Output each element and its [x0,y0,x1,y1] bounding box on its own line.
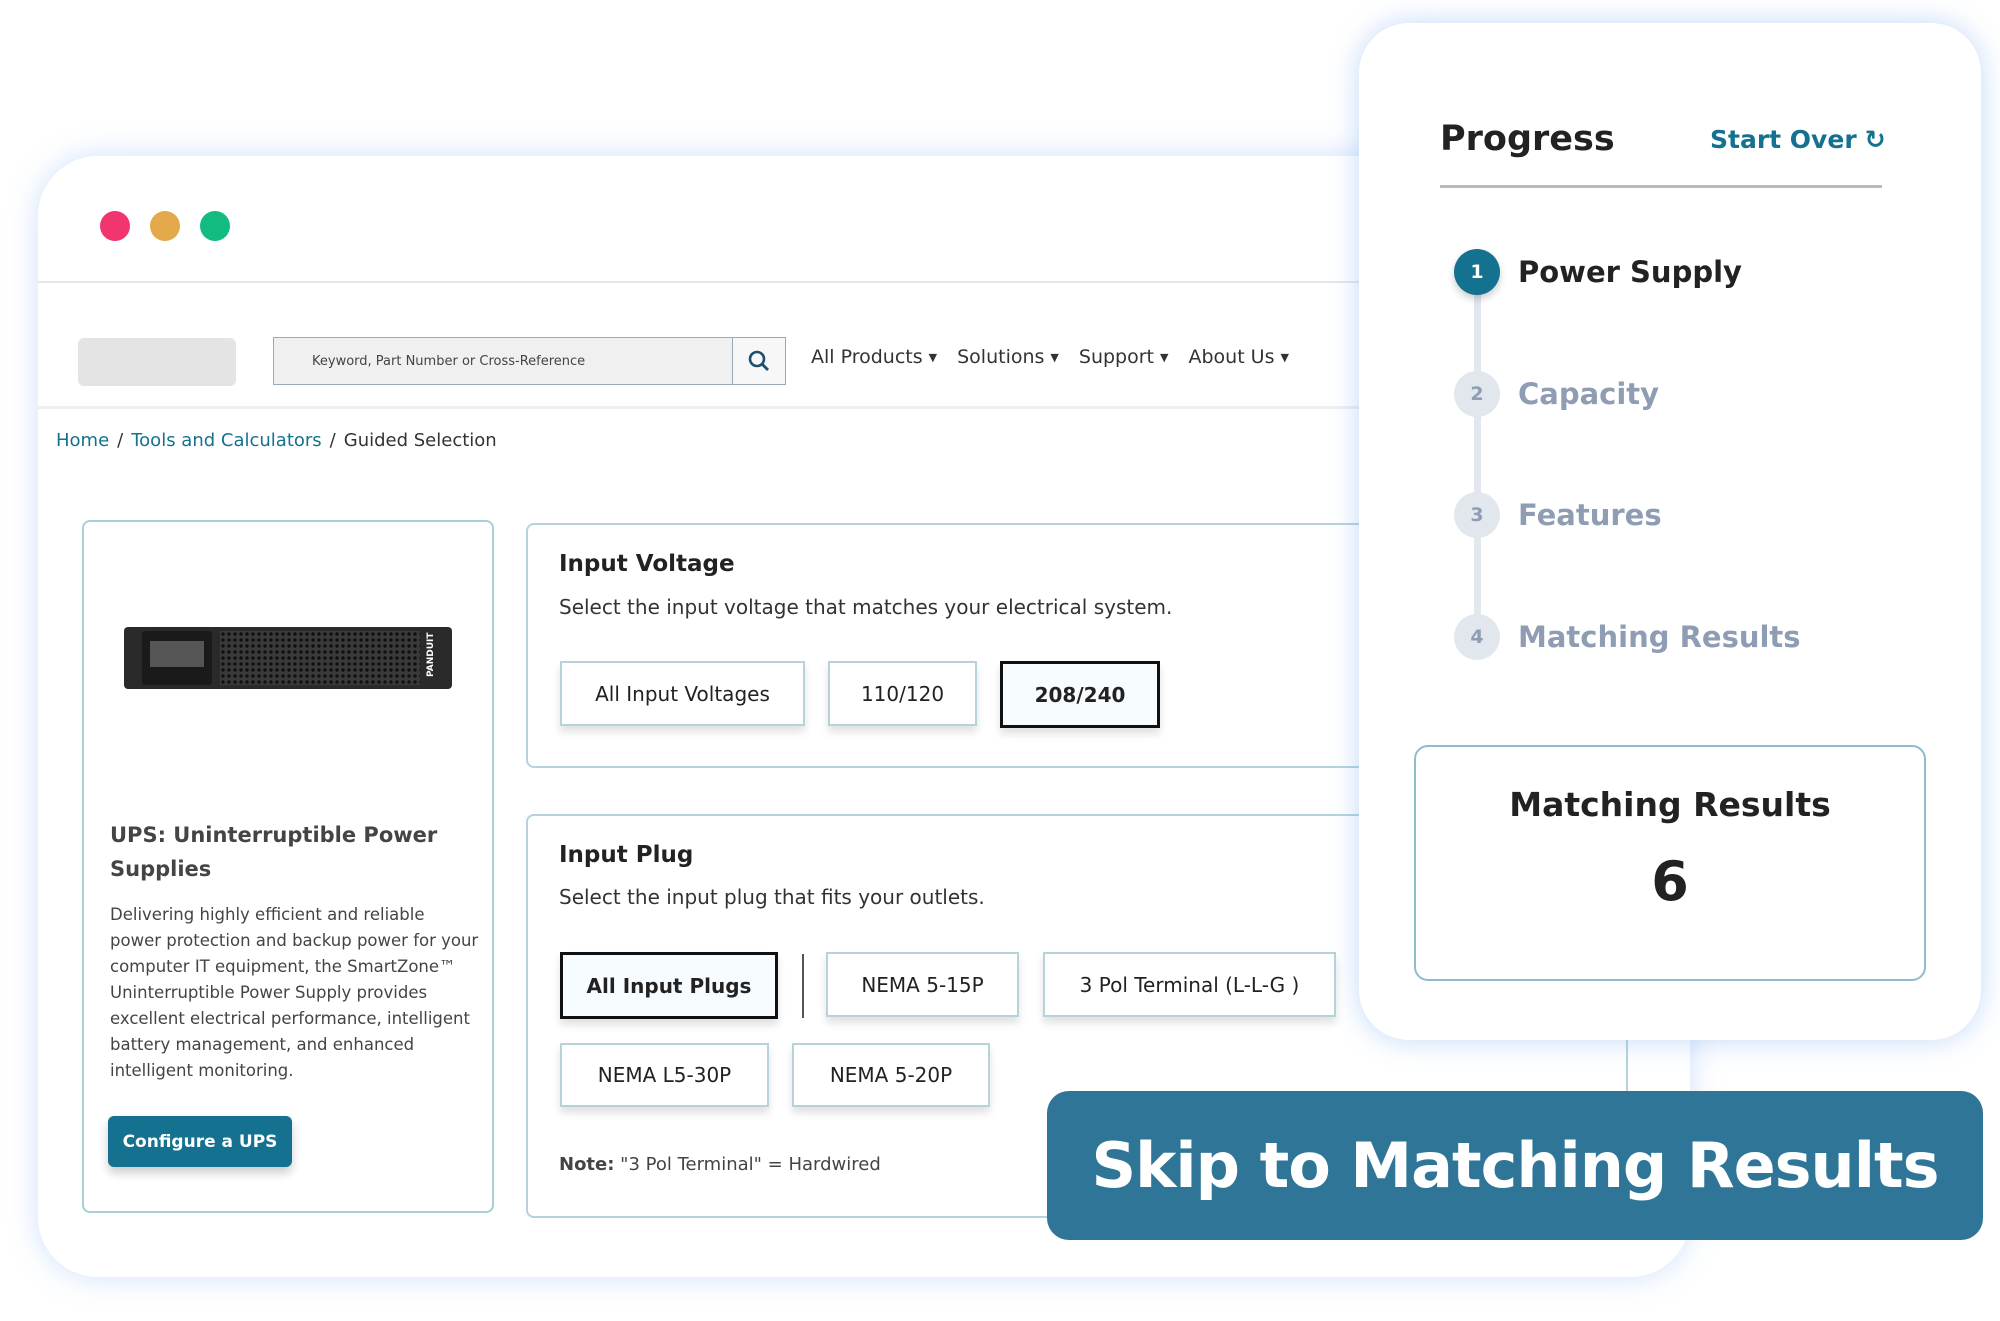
start-over-button[interactable]: Start Over ↻ [1710,125,1886,154]
option-3-pol-terminal[interactable]: 3 Pol Terminal (L-L-G ) [1043,952,1336,1017]
divider [1440,185,1882,188]
skip-to-results-button[interactable]: Skip to Matching Results [1047,1091,1983,1240]
main-nav: All Products ▼ Solutions ▼ Support ▼ About … [811,346,1289,368]
step-power-supply[interactable]: 1 Power Supply [1454,249,1742,295]
option-110-120[interactable]: 110/120 [828,661,977,726]
option-all-input-plugs[interactable]: All Input Plugs [560,952,778,1019]
plug-note: Note: "3 Pol Terminal" = Hardwired [559,1154,881,1175]
option-208-240[interactable]: 208/240 [1000,661,1160,728]
configure-ups-button[interactable]: Configure a UPS [108,1116,292,1167]
step-number: 2 [1454,371,1500,417]
step-connector [1474,273,1481,638]
step-label: Matching Results [1518,620,1801,654]
nav-about-us[interactable]: About Us ▼ [1188,346,1289,368]
option-nema-5-15p[interactable]: NEMA 5-15P [826,952,1019,1017]
step-number: 3 [1454,492,1500,538]
breadcrumb: Home / Tools and Calculators / Guided Se… [56,430,497,451]
caret-down-icon: ▼ [1160,351,1169,364]
breadcrumb-current: Guided Selection [343,430,497,451]
step-capacity[interactable]: 2 Capacity [1454,371,1659,417]
breadcrumb-tools[interactable]: Tools and Calculators [131,430,321,451]
maximize-window-dot[interactable] [200,211,230,241]
breadcrumb-separator: / [329,430,336,451]
search-input[interactable]: Keyword, Part Number or Cross-Reference [273,337,733,385]
nav-support[interactable]: Support ▼ [1079,346,1169,368]
matching-results-box: Matching Results 6 [1414,745,1926,981]
step-label: Power Supply [1518,255,1742,289]
section-subtitle: Select the input plug that fits your out… [559,885,985,909]
start-over-label: Start Over [1710,125,1857,154]
step-matching-results[interactable]: 4 Matching Results [1454,614,1801,660]
product-description: Delivering highly efficient and reliable… [110,905,479,1080]
option-all-input-voltages[interactable]: All Input Voltages [560,661,805,726]
nav-label: All Products [811,346,923,368]
refresh-icon: ↻ [1864,125,1886,154]
nav-label: Solutions [957,346,1045,368]
caret-down-icon: ▼ [1280,351,1289,364]
note-text: "3 Pol Terminal" = Hardwired [614,1154,881,1175]
caret-down-icon: ▼ [928,351,938,364]
step-features[interactable]: 3 Features [1454,492,1662,538]
brand-logo: PANDUIT [426,632,436,677]
option-nema-5-20p[interactable]: NEMA 5-20P [792,1043,990,1107]
breadcrumb-home[interactable]: Home [56,430,109,451]
caret-down-icon: ▼ [1050,351,1059,364]
minimize-window-dot[interactable] [150,211,180,241]
step-number: 1 [1454,249,1500,295]
progress-title: Progress [1440,119,1615,159]
nav-label: Support [1078,346,1154,368]
close-window-dot[interactable] [100,211,130,241]
section-subtitle: Select the input voltage that matches yo… [559,595,1173,619]
step-label: Capacity [1518,377,1660,411]
step-label: Features [1518,498,1662,532]
search-icon [748,350,769,371]
nav-label: About Us [1188,346,1275,368]
progress-panel: Progress Start Over ↻ 1 Power Supply 2 C… [1359,23,1981,1040]
nav-solutions[interactable]: Solutions ▼ [957,346,1059,368]
nav-all-products[interactable]: All Products ▼ [811,346,937,368]
product-title: UPS: Uninterruptible Power Supplies [110,823,438,881]
breadcrumb-separator: / [117,430,124,451]
ups-product-image: PANDUIT [124,627,452,689]
search-button[interactable] [732,337,786,385]
section-title: Input Plug [559,842,694,868]
note-label: Note: [559,1154,615,1175]
divider [802,954,804,1018]
step-number: 4 [1454,614,1500,660]
option-nema-l5-30p[interactable]: NEMA L5-30P [560,1043,769,1107]
results-count: 6 [1651,850,1689,913]
site-logo-placeholder[interactable] [78,338,236,386]
section-title: Input Voltage [559,551,735,577]
results-title: Matching Results [1509,785,1831,824]
product-card: PANDUIT UPS: Uninterruptible Power Suppl… [82,520,494,1213]
